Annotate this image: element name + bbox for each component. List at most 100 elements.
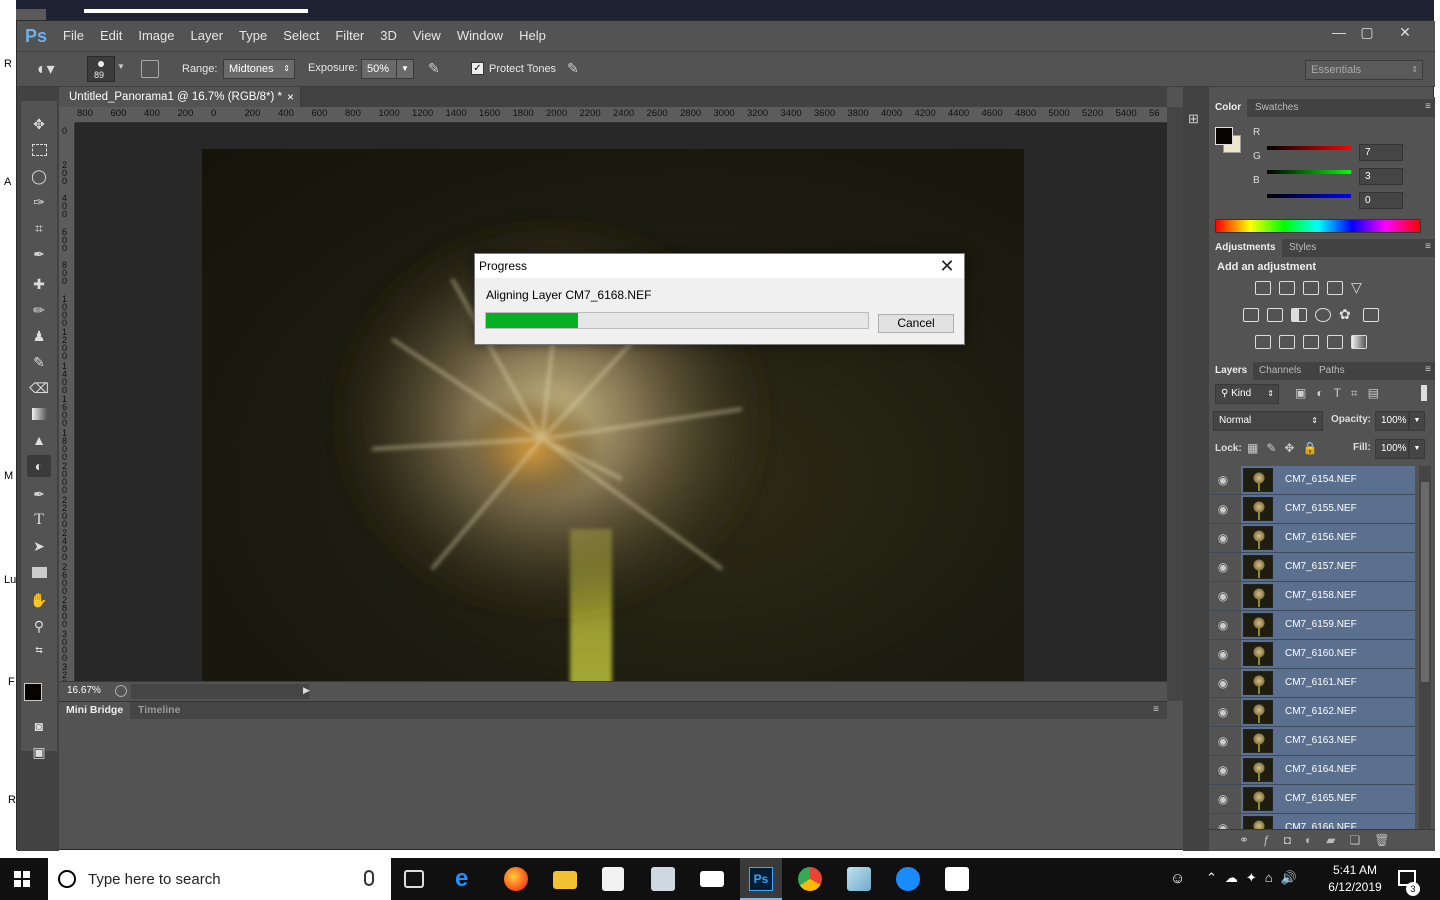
lasso-tool-icon[interactable]: ◯: [27, 165, 51, 187]
eye-icon[interactable]: ◉: [1215, 618, 1231, 632]
filter-toggle[interactable]: [1421, 385, 1427, 401]
opacity-slider-toggle[interactable]: ▼: [1409, 411, 1425, 431]
quick-mask-icon[interactable]: ◙: [27, 715, 51, 737]
layer-body[interactable]: CM7_6158.NEF: [1241, 582, 1415, 610]
layer-row[interactable]: ◉ CM7_6157.NEF: [1209, 553, 1415, 582]
chrome-icon[interactable]: [798, 867, 822, 891]
layer-row[interactable]: ◉ CM7_6165.NEF: [1209, 785, 1415, 814]
layer-row[interactable]: ◉ CM7_6162.NEF: [1209, 698, 1415, 727]
burn-tool-icon[interactable]: ◐: [27, 455, 51, 477]
zoom-level[interactable]: 16.67%: [67, 685, 101, 696]
rectangle-tool-icon[interactable]: [27, 561, 51, 583]
brush-tool-icon[interactable]: ✏: [27, 299, 51, 321]
blend-mode-select[interactable]: Normal ⇕: [1213, 411, 1323, 431]
crop-tool-icon[interactable]: ⌗: [27, 217, 51, 239]
gradient-map-icon[interactable]: [1351, 335, 1367, 349]
protect-tones-checkbox[interactable]: ✓: [471, 62, 484, 75]
fill-input[interactable]: 100%: [1375, 439, 1409, 459]
panel-menu-icon[interactable]: ≡: [1153, 704, 1159, 715]
horizontal-scrollbar[interactable]: [131, 684, 309, 699]
dialog-close-icon[interactable]: ✕: [936, 254, 958, 278]
swap-colors-icon[interactable]: ⇆: [27, 639, 51, 661]
layer-body[interactable]: CM7_6162.NEF: [1241, 698, 1415, 726]
history-panel-icon[interactable]: ⊞: [1188, 111, 1204, 127]
layer-body[interactable]: CM7_6157.NEF: [1241, 553, 1415, 581]
g-value[interactable]: 3: [1359, 168, 1403, 185]
layer-row[interactable]: ◉ CM7_6155.NEF: [1209, 495, 1415, 524]
layer-row[interactable]: ◉ CM7_6156.NEF: [1209, 524, 1415, 553]
eye-icon[interactable]: ◉: [1215, 473, 1231, 487]
tab-mini-bridge[interactable]: Mini Bridge: [59, 702, 131, 719]
panel-menu-icon[interactable]: ≡: [1425, 364, 1431, 375]
status-info-icon[interactable]: [115, 685, 127, 697]
tab-color[interactable]: Color: [1209, 99, 1248, 117]
burn-tool-preset-icon[interactable]: ◐▾: [37, 59, 67, 79]
tab-paths[interactable]: Paths: [1313, 362, 1351, 380]
task-view-icon[interactable]: [404, 870, 424, 888]
workspace-select[interactable]: Essentials ⇕: [1305, 60, 1423, 80]
download-icon[interactable]: [896, 867, 920, 891]
taskbar-clock[interactable]: 5:41 AM 6/12/2019: [1322, 862, 1388, 896]
scroll-right-icon[interactable]: ▶: [303, 685, 310, 696]
menu-select[interactable]: Select: [275, 21, 327, 51]
zoom-tool-icon[interactable]: ⚲: [27, 615, 51, 637]
layer-body[interactable]: CM7_6155.NEF: [1241, 495, 1415, 523]
layer-kind-filter[interactable]: ⚲ Kind ⇕: [1215, 384, 1279, 404]
eye-icon[interactable]: ◉: [1215, 734, 1231, 748]
edge-browser-icon[interactable]: e: [455, 867, 479, 891]
history-brush-tool-icon[interactable]: ✎: [27, 351, 51, 373]
layer-body[interactable]: CM7_6165.NEF: [1241, 785, 1415, 813]
menu-help[interactable]: Help: [511, 21, 554, 51]
eye-icon[interactable]: ◉: [1215, 705, 1231, 719]
fill-slider-toggle[interactable]: ▼: [1409, 439, 1425, 459]
menu-view[interactable]: View: [405, 21, 449, 51]
layer-body[interactable]: CM7_6160.NEF: [1241, 640, 1415, 668]
r-slider[interactable]: [1267, 146, 1351, 150]
layer-body[interactable]: CM7_6163.NEF: [1241, 727, 1415, 755]
foreground-color-swatch[interactable]: [24, 683, 42, 701]
opacity-input[interactable]: 100%: [1375, 411, 1409, 431]
path-selection-tool-icon[interactable]: ➤: [27, 535, 51, 557]
eye-icon[interactable]: ◉: [1215, 763, 1231, 777]
store-icon[interactable]: [602, 867, 624, 891]
tab-channels[interactable]: Channels: [1253, 362, 1307, 380]
hue-saturation-icon[interactable]: [1243, 308, 1259, 322]
image-canvas[interactable]: [202, 149, 1024, 697]
type-tool-icon[interactable]: T: [27, 509, 51, 531]
b-slider[interactable]: [1267, 194, 1351, 198]
firefox-icon[interactable]: [504, 867, 528, 891]
tab-close-icon[interactable]: ×: [287, 87, 294, 107]
brush-size-picker[interactable]: 89: [87, 56, 115, 82]
layer-filter-icons[interactable]: ▣◐T⌗▤: [1295, 386, 1389, 401]
eye-icon[interactable]: ◉: [1215, 560, 1231, 574]
tab-layers[interactable]: Layers: [1209, 362, 1254, 380]
menu-edit[interactable]: Edit: [92, 21, 130, 51]
app-icon[interactable]: [847, 867, 871, 891]
move-tool-icon[interactable]: ✥: [27, 113, 51, 135]
network-drive-icon[interactable]: [651, 867, 675, 891]
selective-color-icon[interactable]: [1327, 335, 1343, 349]
menu-type[interactable]: Type: [231, 21, 275, 51]
layer-body[interactable]: CM7_6164.NEF: [1241, 756, 1415, 784]
clone-stamp-tool-icon[interactable]: ♟: [27, 325, 51, 347]
layer-row[interactable]: ◉ CM7_6154.NEF: [1209, 466, 1415, 495]
menu-filter[interactable]: Filter: [327, 21, 372, 51]
document-vertical-scrollbar[interactable]: [1167, 107, 1183, 701]
photo-filter-icon[interactable]: [1315, 308, 1331, 322]
layers-footer-icons[interactable]: ⚭ƒ◘◐▰❏🗑: [1209, 829, 1435, 851]
r-value[interactable]: 7: [1359, 144, 1403, 161]
eye-icon[interactable]: ◉: [1215, 531, 1231, 545]
cancel-button[interactable]: Cancel: [878, 314, 954, 333]
taskbar-search-box[interactable]: Type here to search: [48, 858, 391, 900]
healing-brush-tool-icon[interactable]: ✚: [27, 273, 51, 295]
layer-row[interactable]: ◉ CM7_6164.NEF: [1209, 756, 1415, 785]
microphone-icon[interactable]: [364, 870, 374, 886]
pen-tool-icon[interactable]: ✒: [27, 483, 51, 505]
eyedropper-tool-icon[interactable]: ✒: [27, 243, 51, 265]
lock-options-icons[interactable]: ▦✎✥🔒: [1247, 441, 1325, 455]
layer-row[interactable]: ◉ CM7_6160.NEF: [1209, 640, 1415, 669]
invert-icon[interactable]: [1255, 335, 1271, 349]
layer-body[interactable]: CM7_6161.NEF: [1241, 669, 1415, 697]
tab-timeline[interactable]: Timeline: [131, 702, 187, 719]
eye-icon[interactable]: ◉: [1215, 502, 1231, 516]
